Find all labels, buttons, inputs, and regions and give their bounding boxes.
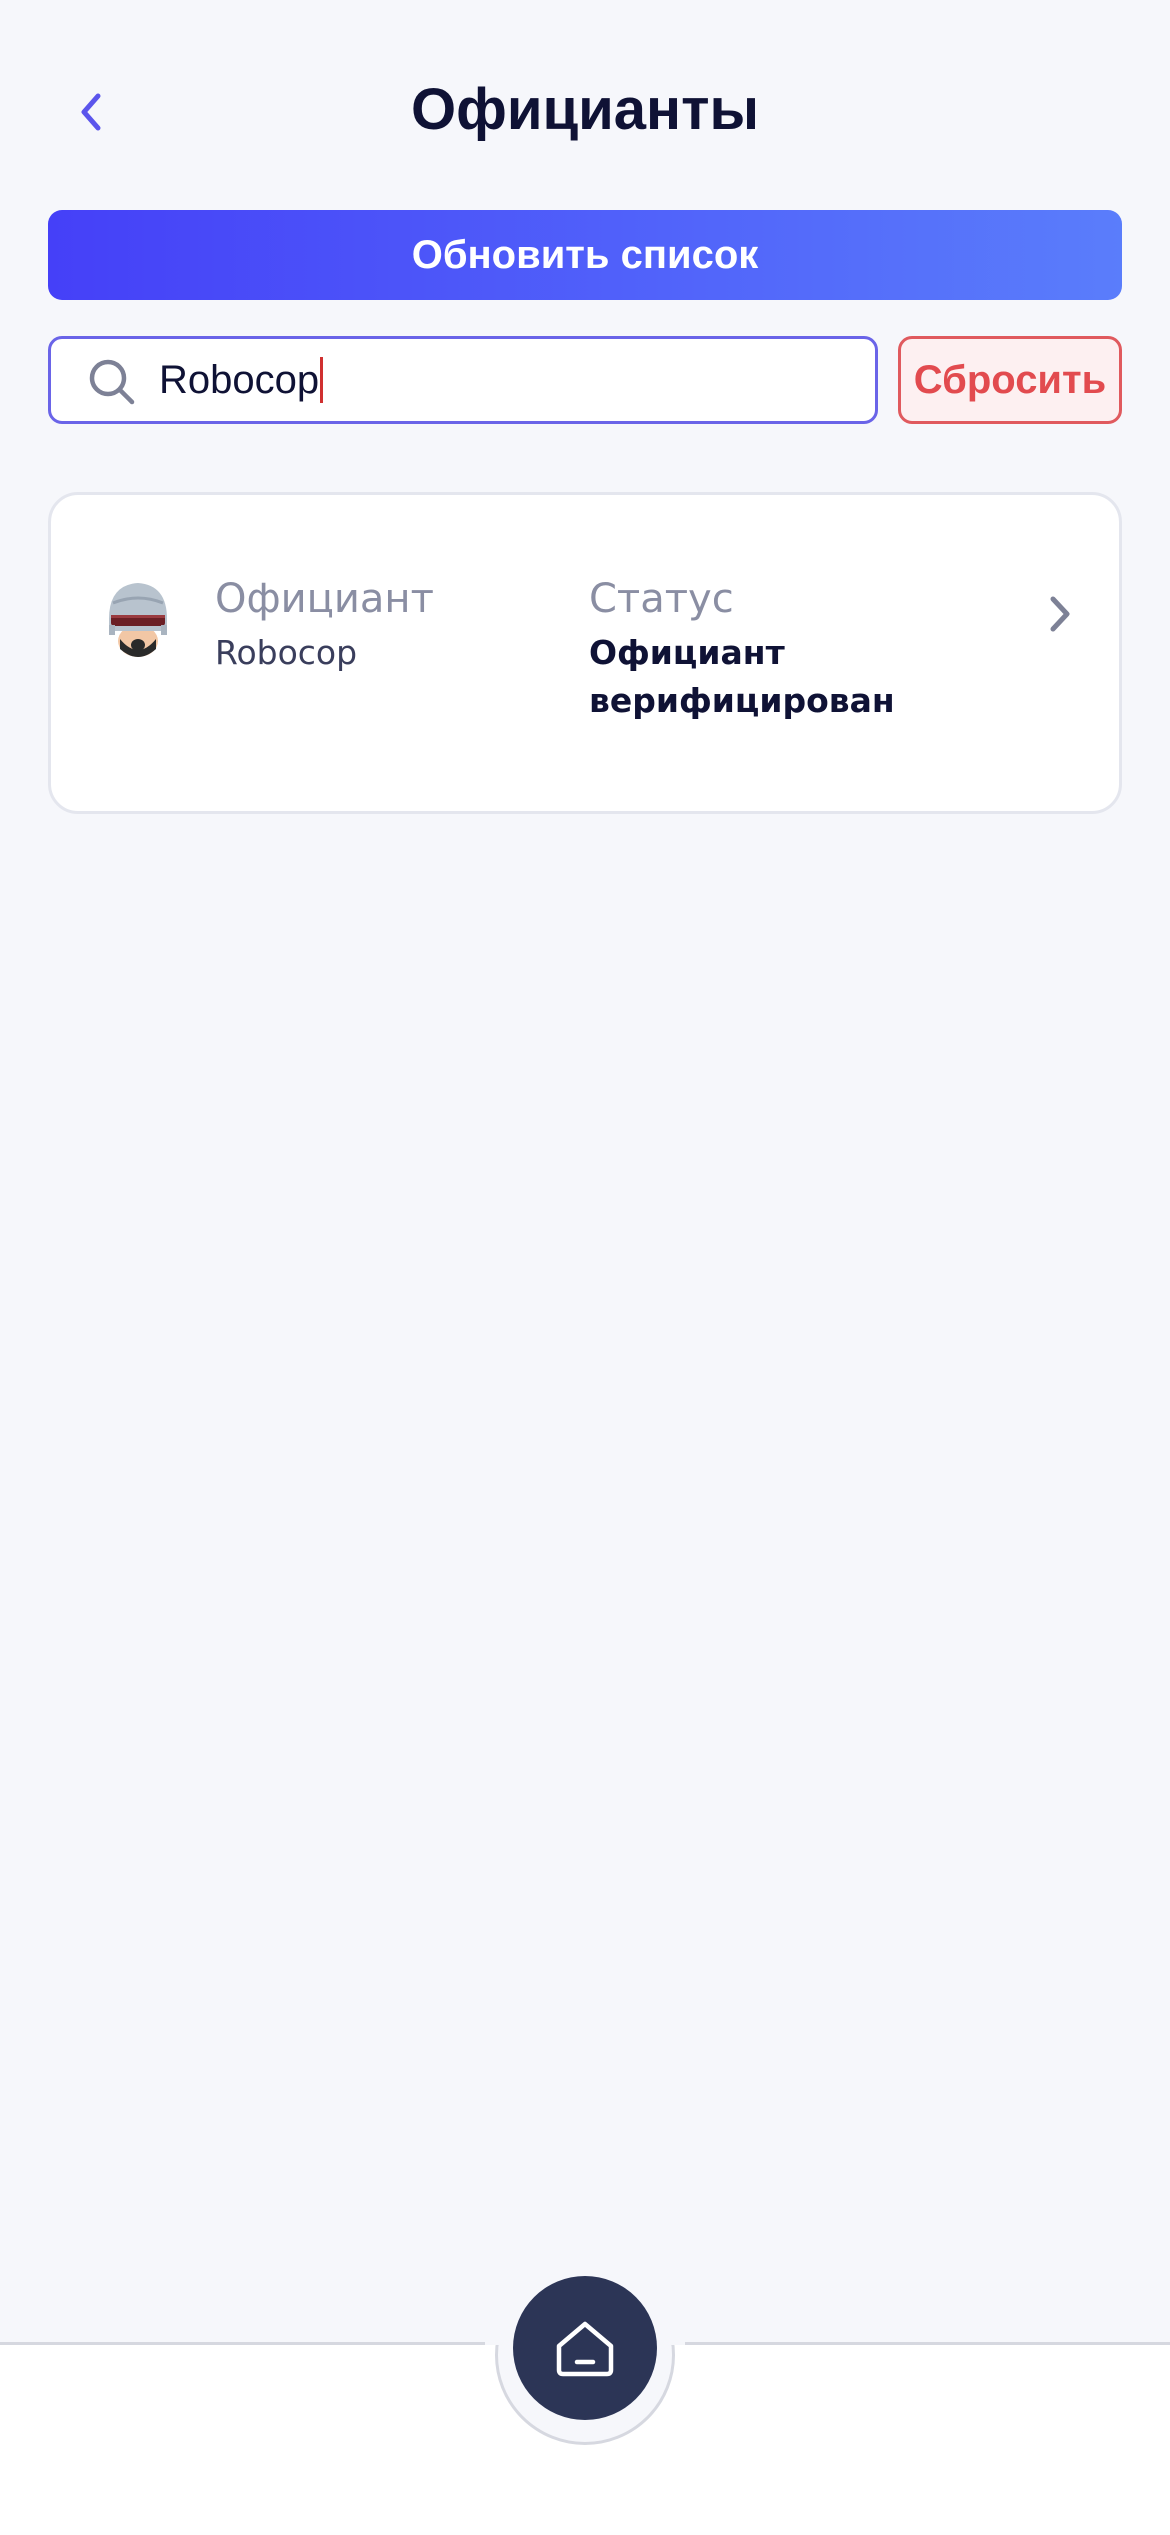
reset-button[interactable]: Сбросить (898, 336, 1122, 424)
text-caret (320, 357, 324, 403)
waiter-card[interactable]: Официант Robocop Статус Официант верифиц… (48, 492, 1122, 814)
search-value-text: Robocop (159, 357, 320, 402)
status-label: Статус (589, 576, 734, 622)
status-value: Официант верифицирован (589, 633, 895, 720)
page-title: Официанты (410, 77, 760, 142)
search-value[interactable]: Robocop (159, 339, 324, 421)
refresh-list-button[interactable]: Обновить список (48, 210, 1122, 300)
robocop-avatar-icon (109, 583, 167, 657)
waiter-name: Robocop (215, 633, 358, 672)
home-button[interactable] (513, 2276, 657, 2420)
search-input[interactable]: Robocop (48, 336, 878, 424)
chevron-right-icon (1050, 596, 1070, 632)
waiter-name-label: Официант (215, 576, 434, 622)
search-icon (89, 359, 135, 405)
home-icon (556, 2321, 614, 2377)
header: Официанты (0, 0, 1170, 200)
